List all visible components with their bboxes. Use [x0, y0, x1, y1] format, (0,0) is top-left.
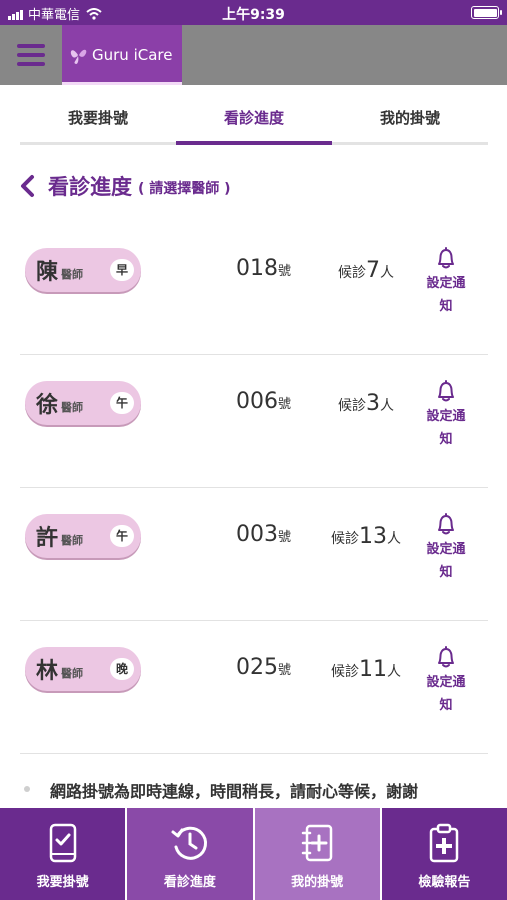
current-number-value: 006 [236, 389, 278, 414]
doctor-title: 醫師 [61, 666, 84, 680]
waiting-prefix: 候診 [331, 664, 359, 680]
status-time: 上午9:39 [222, 7, 285, 23]
doctor-title: 醫師 [61, 267, 84, 281]
doctor-pill[interactable]: 徐 醫師 午 [25, 381, 141, 425]
waiting-count-value: 3 [366, 391, 380, 416]
notice-text: 網路掛號為即時連線，時間稍長，請耐心等候，謝謝 [50, 782, 419, 801]
waiting-prefix: 候診 [338, 398, 366, 414]
waiting-count: 候診13人 [326, 524, 406, 549]
clipboard-plus-icon [430, 823, 459, 863]
current-number: 025號 [236, 655, 291, 680]
battery-icon [471, 6, 502, 19]
brand-logo[interactable]: Guru iCare [62, 25, 182, 85]
bell-icon [438, 380, 454, 402]
current-number-unit: 號 [278, 264, 292, 279]
set-notification-button[interactable]: 設定通 知 [418, 246, 474, 318]
doctor-row[interactable]: 陳 醫師 早 018號 候診7人 設定通 知 [20, 222, 488, 355]
butterfly-logo-icon [70, 49, 87, 64]
current-number-unit: 號 [278, 663, 292, 678]
shift-badge: 午 [110, 392, 134, 414]
waiting-unit: 人 [380, 265, 394, 281]
active-tab-indicator [176, 141, 332, 145]
notify-label-line2: 知 [439, 565, 453, 580]
current-number-value: 025 [236, 655, 278, 680]
set-notification-button[interactable]: 設定通 知 [418, 645, 474, 717]
doctor-surname: 許 [36, 526, 59, 551]
set-notification-button[interactable]: 設定通 知 [418, 379, 474, 451]
waiting-prefix: 候診 [338, 265, 366, 281]
doctor-pill[interactable]: 許 醫師 午 [25, 514, 141, 558]
status-bar: 中華電信 上午9:39 [0, 0, 507, 25]
shift-badge: 晚 [110, 658, 134, 680]
bullet-dot [24, 786, 30, 792]
history-clock-icon [171, 826, 207, 860]
page-title-hint: ( 請選擇醫師 ) [138, 181, 231, 197]
notify-label-line2: 知 [439, 698, 453, 713]
doctor-pill[interactable]: 陳 醫師 早 [25, 248, 141, 292]
current-number-value: 018 [236, 256, 278, 281]
waiting-unit: 人 [380, 398, 394, 414]
doctor-row[interactable]: 林 醫師 晚 025號 候診11人 設定通 知 [20, 621, 488, 754]
bell-icon [438, 646, 454, 668]
nav-progress[interactable]: 看診進度 [127, 808, 253, 900]
page-title: 看診進度 [48, 175, 132, 199]
section-header: 看診進度 ( 請選擇醫師 ) [18, 170, 231, 202]
doctor-title: 醫師 [61, 533, 84, 547]
waiting-unit: 人 [387, 664, 401, 680]
set-notification-button[interactable]: 設定通 知 [418, 512, 474, 584]
tab-progress[interactable]: 看診進度 [176, 98, 332, 140]
current-number: 018號 [236, 256, 291, 281]
hamburger-menu-button[interactable] [0, 25, 62, 85]
waiting-count-value: 7 [366, 258, 380, 283]
current-number: 003號 [236, 522, 291, 547]
doctor-surname: 徐 [36, 393, 59, 418]
nav-lab-report-label: 檢驗報告 [418, 875, 471, 890]
doctor-title: 醫師 [61, 400, 84, 414]
notify-label-line1: 設定通 [426, 675, 466, 690]
current-number-unit: 號 [278, 397, 292, 412]
tab-my-appointments[interactable]: 我的掛號 [332, 98, 488, 140]
doctor-surname: 林 [36, 659, 59, 684]
nav-lab-report[interactable]: 檢驗報告 [381, 808, 507, 900]
waiting-count: 候診7人 [326, 258, 406, 283]
notify-label-line1: 設定通 [426, 409, 466, 424]
brand-name: Guru iCare [92, 46, 173, 64]
nav-register[interactable]: 我要掛號 [0, 808, 126, 900]
nav-my-appointments-label: 我的掛號 [291, 875, 344, 890]
doctor-list: 陳 醫師 早 018號 候診7人 設定通 知 徐 醫師 午 006號 候診3人 … [20, 222, 488, 754]
current-number-unit: 號 [278, 530, 292, 545]
current-number: 006號 [236, 389, 291, 414]
waiting-count: 候診11人 [326, 657, 406, 682]
tab-register[interactable]: 我要掛號 [20, 98, 176, 140]
waiting-unit: 人 [387, 531, 401, 547]
notice: 網路掛號為即時連線，時間稍長，請耐心等候，謝謝 [0, 776, 507, 808]
notify-label-line2: 知 [439, 432, 453, 447]
waiting-count: 候診3人 [326, 391, 406, 416]
shift-badge: 午 [110, 525, 134, 547]
doctor-row[interactable]: 許 醫師 午 003號 候診13人 設定通 知 [20, 488, 488, 621]
waiting-prefix: 候診 [331, 531, 359, 547]
notify-label-line1: 設定通 [426, 276, 466, 291]
notebook-plus-icon [301, 824, 333, 862]
doctor-pill[interactable]: 林 醫師 晚 [25, 647, 141, 691]
current-number-value: 003 [236, 522, 278, 547]
waiting-count-value: 11 [359, 657, 387, 682]
bell-icon [438, 513, 454, 535]
bell-icon [438, 247, 454, 269]
notify-label-line1: 設定通 [426, 542, 466, 557]
doctor-row[interactable]: 徐 醫師 午 006號 候診3人 設定通 知 [20, 355, 488, 488]
app-header: Guru iCare [0, 25, 507, 85]
shift-badge: 早 [110, 259, 134, 281]
notify-label-line2: 知 [439, 299, 453, 314]
nav-progress-label: 看診進度 [163, 875, 216, 890]
nav-register-label: 我要掛號 [36, 875, 89, 890]
doctor-surname: 陳 [36, 260, 59, 285]
tab-bar: 我要掛號 看診進度 我的掛號 [20, 98, 488, 146]
waiting-count-value: 13 [359, 524, 387, 549]
bottom-nav: 我要掛號 看診進度 我的掛號 檢驗報告 [0, 808, 507, 900]
brand-underline [62, 82, 182, 85]
back-chevron-icon[interactable] [18, 174, 38, 198]
nav-my-appointments[interactable]: 我的掛號 [254, 808, 380, 900]
phone-check-icon [49, 823, 76, 863]
